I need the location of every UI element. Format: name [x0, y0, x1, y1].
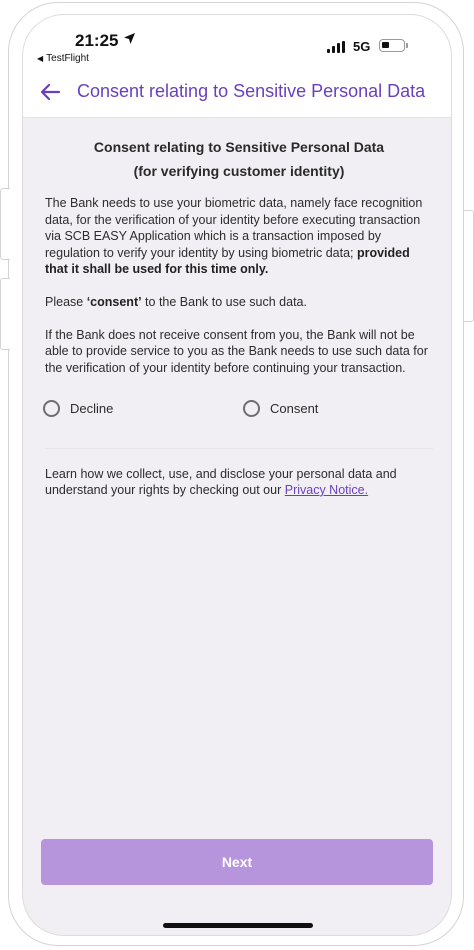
consent-options: Decline Consent: [43, 400, 433, 436]
status-time: 21:25: [75, 31, 119, 50]
consent-content: Consent relating to Sensitive Personal D…: [43, 117, 433, 499]
paragraph-2-suffix: to the Bank to use such data.: [141, 294, 307, 309]
next-button[interactable]: Next: [41, 839, 433, 885]
consent-paragraph-1: The Bank needs to use your biometric dat…: [45, 195, 433, 278]
status-bar: 21:25 ◀ TestFlight 5G: [23, 15, 451, 67]
consent-subtitle: (for verifying customer identity): [133, 163, 345, 179]
back-app-label: TestFlight: [46, 53, 89, 64]
decline-radio-button[interactable]: [43, 400, 60, 418]
volume-down-button-hardware: [0, 278, 10, 350]
paragraph-2-bold: ‘consent’: [86, 294, 142, 309]
power-button-hardware: [464, 210, 474, 322]
privacy-notice-link[interactable]: Privacy Notice.: [285, 483, 368, 497]
network-type: 5G: [353, 39, 371, 54]
page-title: Consent relating to Sensitive Personal D…: [77, 81, 426, 101]
consent-paragraph-2: Please ‘consent’ to the Bank to use such…: [45, 294, 433, 311]
back-to-app-link[interactable]: ◀ TestFlight: [37, 53, 89, 64]
volume-up-button-hardware: [0, 188, 10, 260]
decline-option[interactable]: Decline: [43, 400, 114, 418]
back-triangle-icon: ◀: [37, 54, 44, 63]
phone-screen: 21:25 ◀ TestFlight 5G Consent relating to…: [22, 14, 452, 936]
privacy-notice-text: Learn how we collect, use, and disclose …: [45, 467, 433, 498]
consent-paragraph-3: If the Bank does not receive consent fro…: [45, 327, 428, 375]
app-header: Consent relating to Sensitive Personal D…: [23, 67, 451, 118]
consent-title: Consent relating to Sensitive Personal D…: [93, 139, 385, 155]
divider: [45, 448, 433, 450]
back-arrow-icon[interactable]: [39, 81, 61, 103]
decline-label: Decline: [70, 401, 114, 417]
paragraph-2-prefix: Please: [45, 294, 87, 309]
consent-label: Consent: [270, 401, 319, 417]
battery-icon: [379, 39, 408, 52]
consent-radio-button[interactable]: [243, 400, 260, 418]
location-arrow-icon: [124, 33, 135, 44]
consent-option[interactable]: Consent: [243, 400, 319, 418]
cellular-signal-icon: [327, 41, 345, 53]
home-indicator[interactable]: [163, 923, 313, 928]
